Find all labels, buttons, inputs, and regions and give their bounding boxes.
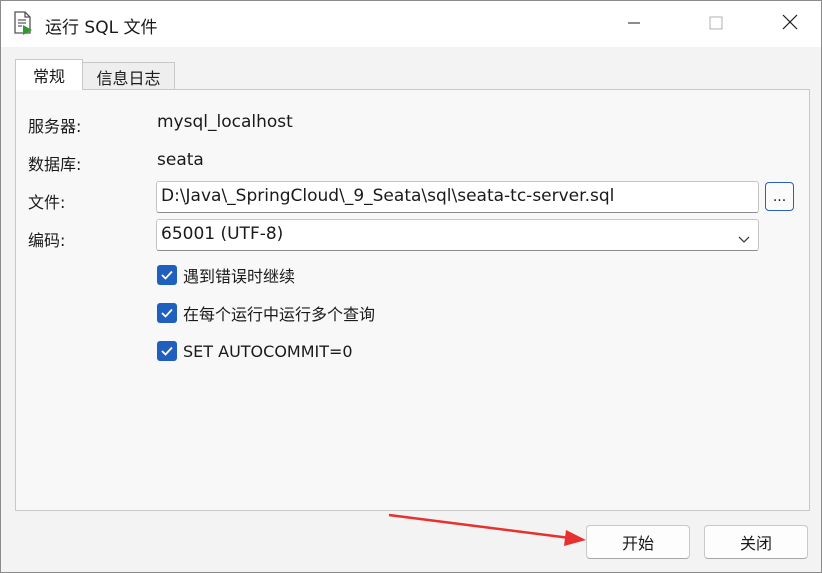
general-panel: 服务器: mysql_localhost 数据库: seata 文件: D:\J… [15, 89, 810, 511]
check-icon [161, 346, 173, 356]
encoding-select[interactable]: 65001 (UTF-8) [156, 219, 759, 251]
check-icon [161, 308, 173, 318]
multiple-queries-option[interactable]: 在每个运行中运行多个查询 [157, 302, 375, 324]
chevron-down-icon [738, 230, 750, 243]
database-value: seata [157, 150, 204, 170]
start-button[interactable]: 开始 [586, 525, 690, 559]
file-path-input[interactable]: D:\Java\_SpringCloud\_9_Seata\sql\seata-… [156, 181, 759, 213]
minimize-icon [627, 15, 641, 34]
server-label: 服务器: [28, 117, 82, 136]
minimize-button[interactable] [611, 9, 657, 39]
close-icon [782, 14, 798, 34]
maximize-icon [709, 15, 723, 34]
multiple-queries-label: 在每个运行中运行多个查询 [183, 305, 376, 324]
continue-on-error-option[interactable]: 遇到错误时继续 [157, 264, 295, 286]
window-title: 运行 SQL 文件 [45, 18, 158, 38]
run-sql-file-dialog: 运行 SQL 文件 常规 信息日志 服务器: mysql_localhost 数… [0, 0, 822, 573]
multiple-queries-checkbox[interactable] [157, 303, 177, 323]
continue-on-error-checkbox[interactable] [157, 265, 177, 285]
database-label: 数据库: [28, 155, 82, 174]
encoding-selected-value: 65001 (UTF-8) [161, 224, 284, 244]
tab-label: 信息日志 [96, 68, 161, 88]
autocommit-option[interactable]: SET AUTOCOMMIT=0 [157, 340, 353, 362]
file-label: 文件: [28, 193, 66, 212]
check-icon [161, 270, 173, 280]
autocommit-label: SET AUTOCOMMIT=0 [183, 341, 353, 361]
sql-file-run-icon [13, 11, 33, 35]
tab-general[interactable]: 常规 [15, 59, 83, 90]
tab-label: 常规 [32, 67, 65, 86]
autocommit-checkbox[interactable] [157, 341, 177, 361]
maximize-button[interactable] [693, 9, 739, 39]
browse-file-button[interactable]: ... [765, 182, 794, 211]
close-window-button[interactable] [767, 9, 813, 39]
title-bar[interactable]: 运行 SQL 文件 [1, 1, 821, 47]
server-value: mysql_localhost [157, 112, 293, 132]
encoding-label: 编码: [28, 231, 66, 250]
tab-info-log[interactable]: 信息日志 [83, 62, 175, 90]
close-button[interactable]: 关闭 [704, 525, 808, 559]
continue-on-error-label: 遇到错误时继续 [183, 267, 296, 286]
